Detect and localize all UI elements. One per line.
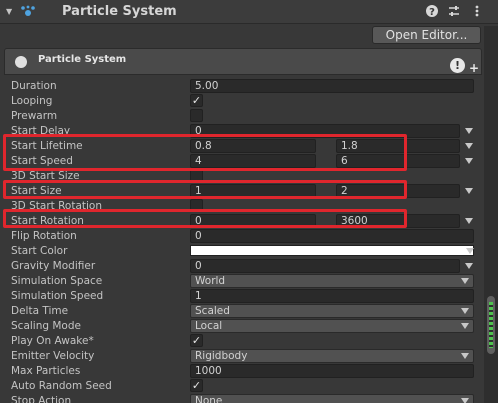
row-emitter-velocity: Emitter Velocity Rigidbody [0,349,484,364]
add-icon[interactable]: + [469,61,479,75]
simulation-space-dropdown[interactable]: World [190,274,474,288]
row-prewarm: Prewarm [0,109,484,124]
row-simulation-speed: Simulation Speed 1 [0,289,484,304]
dropdown-arrow-icon [461,323,469,329]
module-toggle-icon[interactable] [15,56,27,68]
help-icon[interactable]: ! [450,58,465,73]
dropdown-arrow-icon [461,308,469,314]
row-flip-rotation: Flip Rotation 0 [0,229,484,244]
help-icon[interactable]: ? [425,4,439,18]
dropdown-value: None [195,395,223,403]
dropdown-value: World [195,275,226,287]
row-start-color: Start Color [0,244,484,259]
start-color-swatch[interactable] [190,245,474,256]
field-label: Gravity Modifier [11,260,96,272]
component-title: Particle System [62,4,177,19]
field-label: Simulation Space [11,275,103,287]
field-label: Max Particles [11,365,81,377]
row-stop-action: Stop Action None [0,394,484,403]
row-duration: Duration 5.00 [0,79,484,94]
row-play-on-awake: Play On Awake* ✓ [0,334,484,349]
svg-text:?: ? [429,7,435,18]
field-label: Auto Random Seed [11,380,112,392]
curve-mode-dropdown-icon[interactable] [465,128,473,134]
scaling-mode-dropdown[interactable]: Local [190,319,474,333]
field-label: Scaling Mode [11,320,81,332]
field-label: Duration [11,80,57,92]
row-scaling-mode: Scaling Mode Local [0,319,484,334]
settings-sliders-icon[interactable] [447,4,461,18]
dropdown-value: Rigidbody [195,350,248,362]
max-particles-field[interactable]: 1000 [190,364,474,378]
duration-field[interactable]: 5.00 [190,79,474,93]
collapse-arrow-icon[interactable]: ▼ [6,7,12,16]
field-label: Looping [11,95,53,107]
flip-rotation-field[interactable]: 0 [190,229,474,243]
emitter-velocity-dropdown[interactable]: Rigidbody [190,349,474,363]
stop-action-dropdown[interactable]: None [190,394,474,403]
inspector-header: ▼ Particle System ? [0,0,498,24]
prewarm-checkbox[interactable] [190,109,203,122]
row-looping: Looping ✓ [0,94,484,109]
curve-mode-dropdown-icon[interactable] [465,143,473,149]
particle-system-icon [21,5,35,16]
curve-mode-dropdown-icon[interactable] [465,158,473,164]
gravity-modifier-field[interactable]: 0 [190,259,460,273]
field-label: Delta Time [11,305,69,317]
row-simulation-space: Simulation Space World [0,274,484,289]
field-label: Start Color [11,245,68,257]
simulation-speed-field[interactable]: 1 [190,289,474,303]
field-label: Prewarm [11,110,58,122]
dropdown-arrow-icon [461,398,469,403]
play-on-awake-checkbox[interactable]: ✓ [190,334,203,347]
row-max-particles: Max Particles 1000 [0,364,484,379]
curve-mode-dropdown-icon[interactable] [465,263,473,269]
row-gravity-modifier: Gravity Modifier 0 [0,259,484,274]
highlight-box-start-size [3,180,407,199]
curve-mode-dropdown-icon[interactable] [465,218,473,224]
dropdown-value: Local [195,320,223,332]
row-delta-time: Delta Time Scaled [0,304,484,319]
curve-mode-dropdown-icon[interactable] [465,188,473,194]
dropdown-arrow-icon [461,353,469,359]
color-mode-dropdown-icon[interactable] [466,248,474,254]
module-header[interactable]: Particle System ! + [4,48,482,75]
module-title: Particle System [38,54,127,65]
looping-checkbox[interactable]: ✓ [190,94,203,107]
field-label: Emitter Velocity [11,350,95,362]
delta-time-dropdown[interactable]: Scaled [190,304,474,318]
dropdown-arrow-icon [461,278,469,284]
field-label: Flip Rotation [11,230,77,242]
field-label: Stop Action [11,395,72,403]
field-label: Play On Awake* [11,335,94,347]
dropdown-value: Scaled [195,305,230,317]
highlight-box-start-rotation [3,209,407,228]
field-label: Simulation Speed [11,290,104,302]
scrollbar-indicator [489,302,493,348]
row-auto-random-seed: Auto Random Seed ✓ [0,379,484,394]
open-editor-button[interactable]: Open Editor... [372,26,481,44]
auto-random-seed-checkbox[interactable]: ✓ [190,379,203,392]
kebab-menu-icon[interactable] [470,4,484,18]
highlight-box-lifetime-speed [3,134,407,171]
